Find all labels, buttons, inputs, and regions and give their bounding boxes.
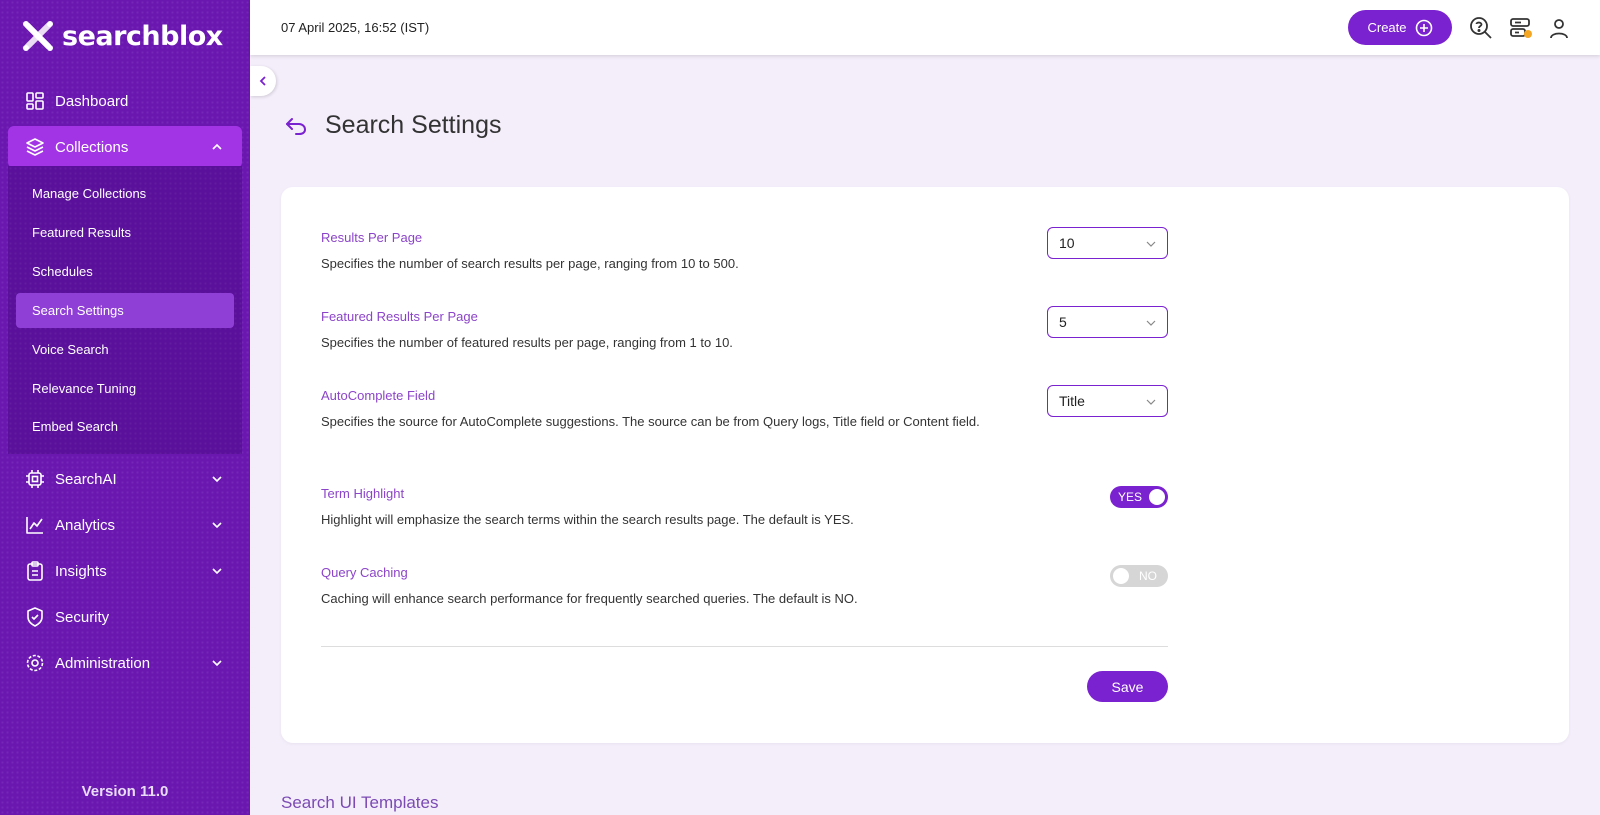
chevron-down-icon: [212, 568, 222, 575]
sidebar-item-analytics[interactable]: Analytics: [8, 504, 242, 546]
sidebar-item-label: Collections: [55, 138, 129, 156]
chevron-down-icon: [212, 522, 222, 529]
back-icon[interactable]: [284, 114, 308, 138]
shield-icon: [25, 607, 45, 627]
setting-label-term-highlight: Term Highlight: [321, 486, 405, 501]
toggle-knob: [1149, 489, 1165, 505]
chevron-left-icon: [259, 76, 266, 86]
submenu-item-schedules[interactable]: Schedules: [16, 254, 234, 289]
setting-desc-query-caching: Caching will enhance search performance …: [321, 591, 858, 606]
sidebar-item-searchai[interactable]: SearchAI: [8, 458, 242, 500]
chevron-down-icon: [1146, 320, 1156, 326]
layers-icon: [25, 137, 45, 157]
sidebar-item-collections[interactable]: Collections: [8, 126, 242, 168]
setting-label-autocomplete-field: AutoComplete Field: [321, 388, 436, 403]
analytics-icon: [25, 515, 45, 535]
sidebar-item-administration[interactable]: Administration: [8, 642, 242, 684]
sidebar-item-label: Dashboard: [55, 92, 129, 110]
gear-icon: [25, 653, 45, 673]
results-per-page-select[interactable]: 10: [1047, 227, 1168, 259]
search-help-icon[interactable]: [1469, 16, 1493, 40]
sidebar-item-label: Analytics: [55, 516, 116, 534]
setting-desc-results-per-page: Specifies the number of search results p…: [321, 256, 739, 271]
collections-submenu: Manage Collections Featured Results Sche…: [8, 166, 242, 454]
select-value: 10: [1059, 235, 1075, 251]
submenu-item-search-settings[interactable]: Search Settings: [16, 293, 234, 328]
searchblox-logo-icon: [18, 16, 58, 56]
chevron-down-icon: [1146, 399, 1156, 405]
chevron-down-icon: [212, 476, 222, 483]
settings-card: Results Per Page Specifies the number of…: [281, 187, 1569, 743]
sidebar-collapse-button[interactable]: [250, 66, 276, 96]
featured-results-per-page-select[interactable]: 5: [1047, 306, 1168, 338]
datetime: 07 April 2025, 16:52 (IST): [281, 20, 430, 35]
setting-label-results-per-page: Results Per Page: [321, 230, 423, 245]
setting-desc-autocomplete-field: Specifies the source for AutoComplete su…: [321, 414, 980, 429]
save-button[interactable]: Save: [1087, 671, 1168, 702]
create-button-label: Create: [1367, 20, 1407, 35]
toggle-label: YES: [1118, 490, 1143, 504]
dashboard-icon: [25, 91, 45, 111]
sidebar-item-label: Administration: [55, 654, 151, 672]
version-label: Version 11.0: [81, 783, 169, 800]
page-title: Search Settings: [325, 111, 502, 139]
chevron-up-icon: [212, 143, 222, 150]
select-value: 5: [1059, 314, 1067, 330]
autocomplete-field-select[interactable]: Title: [1047, 385, 1168, 417]
query-caching-toggle[interactable]: NO: [1110, 565, 1168, 587]
clipboard-icon: [25, 561, 45, 581]
logo-text: searchblox: [62, 20, 223, 52]
plus-circle-icon: [1415, 19, 1432, 36]
user-icon[interactable]: [1547, 16, 1571, 40]
sidebar-item-insights[interactable]: Insights: [8, 550, 242, 592]
submenu-item-manage-collections[interactable]: Manage Collections: [16, 176, 234, 211]
setting-desc-featured-results-per-page: Specifies the number of featured results…: [321, 335, 733, 350]
select-value: Title: [1059, 393, 1085, 409]
server-status-icon[interactable]: [1508, 16, 1532, 40]
setting-desc-term-highlight: Highlight will emphasize the search term…: [321, 512, 854, 527]
divider: [321, 646, 1168, 647]
sidebar-item-label: Insights: [55, 562, 107, 580]
toggle-label: NO: [1139, 569, 1157, 583]
notification-dot: [1524, 30, 1532, 38]
logo[interactable]: searchblox: [18, 16, 223, 56]
setting-label-query-caching: Query Caching: [321, 565, 408, 580]
chevron-down-icon: [212, 660, 222, 667]
chevron-down-icon: [1146, 241, 1156, 247]
sidebar-item-label: SearchAI: [55, 470, 117, 488]
setting-label-featured-results-per-page: Featured Results Per Page: [321, 309, 478, 324]
submenu-item-voice-search[interactable]: Voice Search: [16, 332, 234, 367]
sidebar: searchblox Dashboard Collections Manage …: [0, 0, 250, 815]
submenu-item-featured-results[interactable]: Featured Results: [16, 215, 234, 250]
term-highlight-toggle[interactable]: YES: [1110, 486, 1168, 508]
sidebar-item-dashboard[interactable]: Dashboard: [8, 80, 242, 122]
sidebar-item-label: Security: [55, 608, 110, 626]
topbar: 07 April 2025, 16:52 (IST) Create: [250, 0, 1600, 55]
create-button[interactable]: Create: [1348, 10, 1452, 45]
toggle-knob: [1113, 568, 1129, 584]
submenu-item-relevance-tuning[interactable]: Relevance Tuning: [16, 371, 234, 406]
sidebar-item-security[interactable]: Security: [8, 596, 242, 638]
cpu-icon: [25, 469, 45, 489]
section-title-search-ui-templates: Search UI Templates: [281, 793, 439, 812]
submenu-item-embed-search[interactable]: Embed Search: [16, 409, 234, 444]
